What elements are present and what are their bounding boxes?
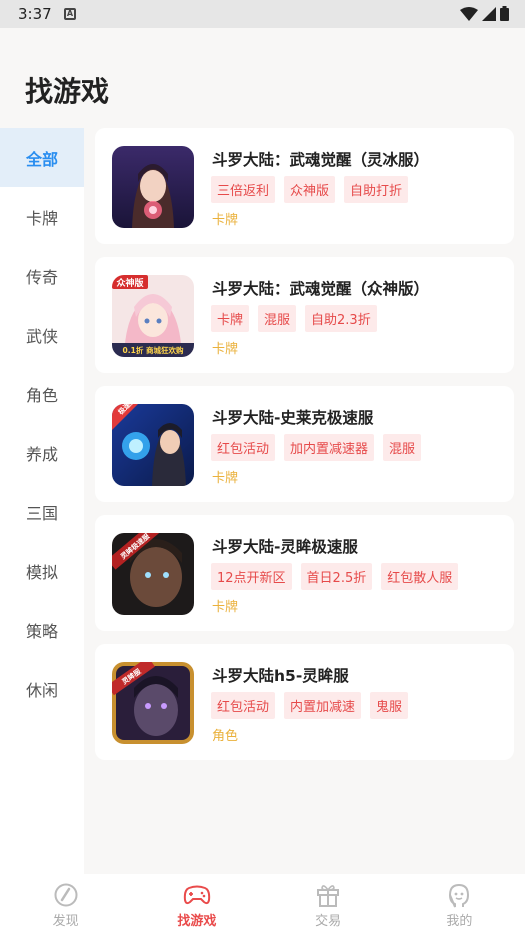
game-category: 卡牌 [212,471,239,486]
profile-icon [449,883,470,908]
category-sidebar: 全部 卡牌 传奇 武侠 角色 养成 三国 模拟 策略 休闲 [0,128,84,874]
game-list: 斗罗大陆：武魂觉醒（灵冰服） 三倍返利 众神版 自助打折 卡牌 众神版 0.1折… [95,128,514,773]
nav-label: 找游戏 [177,914,217,929]
game-tag: 众神版 [284,176,336,203]
game-tag: 红包散人服 [381,563,459,590]
sidebar-item-strategy[interactable]: 策略 [0,600,84,659]
game-tag: 加内置减速器 [284,434,375,461]
game-category: 卡牌 [212,600,239,615]
sidebar-item-rpg[interactable]: 角色 [0,364,84,423]
signal-icon [482,6,496,21]
game-card[interactable]: 斗罗大陆：武魂觉醒（灵冰服） 三倍返利 众神版 自助打折 卡牌 [95,128,514,244]
sidebar-item-label: 养成 [26,444,59,464]
sidebar-item-label: 武侠 [26,326,59,346]
game-category: 卡牌 [212,342,239,357]
thumbnail-badge-text: 众神版 [116,277,143,289]
nav-discover[interactable]: 发现 [0,874,131,933]
sidebar-item-label: 角色 [26,385,59,405]
game-tag: 鬼服 [370,692,409,719]
nav-trade[interactable]: 交易 [263,874,394,933]
sidebar-item-label: 卡牌 [26,208,59,228]
status-icons [460,6,509,21]
bottom-nav: 发现 找游戏 交易 我的 [0,874,525,933]
game-thumbnail[interactable] [112,146,194,228]
sidebar-item-label: 全部 [26,149,59,169]
thumbnail-banner-text: 0.1折 商城狂欢购 [123,345,184,355]
page-title: 找游戏 [25,75,110,108]
nav-label: 发现 [52,914,79,929]
nav-mine[interactable]: 我的 [394,874,525,933]
nav-find-games[interactable]: 找游戏 [131,874,262,933]
sidebar-item-simulation[interactable]: 模拟 [0,541,84,600]
battery-icon [500,6,509,21]
game-tag: 卡牌 [211,305,250,332]
game-category: 卡牌 [212,213,239,228]
sidebar-item-wuxia[interactable]: 武侠 [0,305,84,364]
game-tag: 首日2.5折 [300,563,373,590]
sidebar-item-label: 三国 [26,503,59,523]
game-thumbnail[interactable]: 众神版 0.1折 商城狂欢购 [112,275,194,357]
game-title: 斗罗大陆：武魂觉醒（众神版） [212,280,430,298]
gift-icon [317,885,340,907]
game-thumbnail[interactable]: 灵眸极速服 [112,533,194,615]
sidebar-item-label: 传奇 [26,267,59,287]
game-card[interactable]: 众神版 0.1折 商城狂欢购 斗罗大陆：武魂觉醒（众神版） 卡牌 混服 自助2.… [95,257,514,373]
game-title: 斗罗大陆-灵眸极速服 [212,538,358,556]
tag-list: 卡牌 混服 自助2.3折 [211,305,377,332]
nav-label: 我的 [446,914,473,929]
sidebar-item-label: 模拟 [26,562,59,582]
tag-list: 三倍返利 众神版 自助打折 [211,176,409,203]
sidebar-item-casual[interactable]: 休闲 [0,659,84,718]
game-tag: 内置加减速 [284,692,362,719]
sidebar-item-legend[interactable]: 传奇 [0,246,84,305]
game-card[interactable]: 极速服 斗罗大陆-史莱克极速服 红包活动 加内置减速器 混服 卡牌 [95,386,514,502]
game-category: 角色 [212,729,239,744]
sidebar-item-card[interactable]: 卡牌 [0,187,84,246]
wifi-icon [460,6,478,21]
status-bar: 3:37 A [0,0,525,28]
status-time: 3:37 [18,5,52,23]
sidebar-item-label: 策略 [26,621,59,641]
game-title: 斗罗大陆-史莱克极速服 [212,409,374,427]
game-thumbnail[interactable]: 极速服 [112,404,194,486]
nav-label: 交易 [315,914,342,929]
tag-list: 12点开新区 首日2.5折 红包散人服 [211,563,459,590]
game-tag: 12点开新区 [211,563,292,590]
compass-icon [54,883,78,907]
game-thumbnail[interactable]: 灵眸服 [112,662,194,744]
sidebar-item-three-kingdoms[interactable]: 三国 [0,482,84,541]
game-title: 斗罗大陆h5-灵眸服 [212,667,349,685]
tag-list: 红包活动 内置加减速 鬼服 [211,692,409,719]
tag-list: 红包活动 加内置减速器 混服 [211,434,422,461]
notification-icon: A [64,8,76,20]
game-title: 斗罗大陆：武魂觉醒（灵冰服） [212,151,430,169]
game-tag: 自助打折 [344,176,409,203]
sidebar-item-label: 休闲 [26,680,59,700]
game-tag: 混服 [258,305,297,332]
game-card[interactable]: 灵眸极速服 斗罗大陆-灵眸极速服 12点开新区 首日2.5折 红包散人服 卡牌 [95,515,514,631]
sidebar-item-all[interactable]: 全部 [0,128,84,187]
game-tag: 三倍返利 [211,176,276,203]
game-tag: 混服 [383,434,422,461]
game-tag: 红包活动 [211,692,276,719]
game-tag: 自助2.3折 [305,305,377,332]
sidebar-item-nurture[interactable]: 养成 [0,423,84,482]
game-card[interactable]: 灵眸服 斗罗大陆h5-灵眸服 红包活动 内置加减速 鬼服 角色 [95,644,514,760]
game-tag: 红包活动 [211,434,276,461]
gamepad-icon [183,885,211,905]
